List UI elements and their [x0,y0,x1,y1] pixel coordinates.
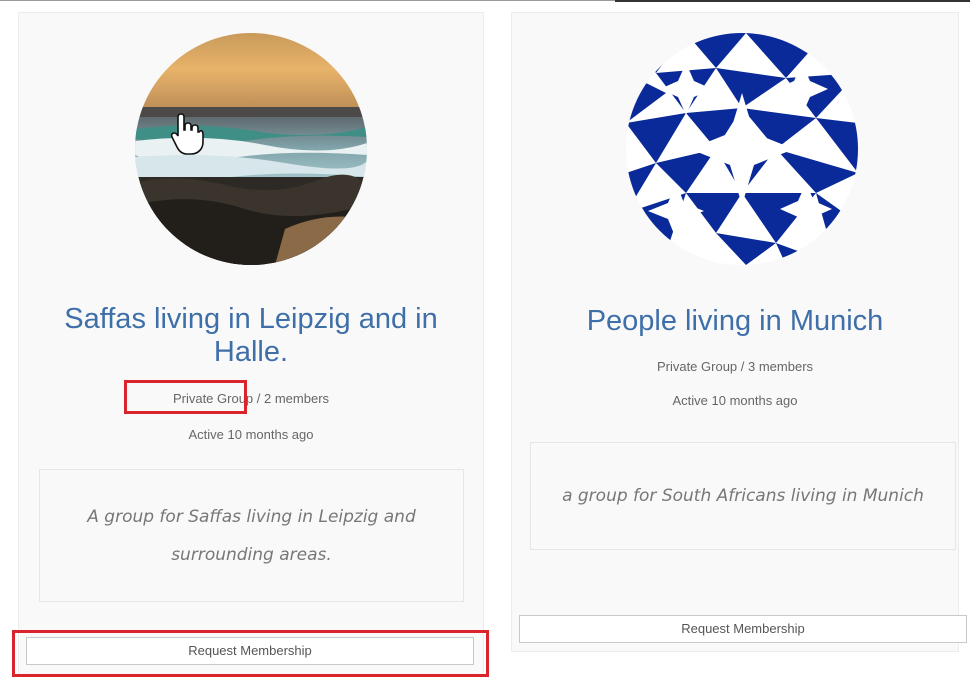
top-divider-light [0,0,615,1]
request-membership-button[interactable]: Request Membership [519,615,967,643]
group-title[interactable]: People living in Munich [512,305,958,338]
top-divider [0,0,970,3]
hand-cursor-icon [170,113,204,155]
group-members: 2 members [264,391,330,406]
group-activity: Active 10 months ago [672,393,798,408]
group-card-munich: People living in Munich Private Group / … [511,12,959,652]
group-card-leipzig: Saffas living in Leipzig and in Halle. P… [18,12,484,677]
group-activity: Active 10 months ago [188,427,314,442]
group-privacy: Private Group [172,391,254,406]
group-description-text: A group for Saffas living in Leipzig and… [87,506,416,565]
group-members: 3 members [748,359,814,374]
group-title[interactable]: Saffas living in Leipzig and in Halle. [19,303,483,369]
request-membership-button[interactable]: Request Membership [26,637,474,665]
top-divider-dark [615,0,970,2]
group-description-text: a group for South Africans living in Mun… [562,486,924,506]
group-description: A group for Saffas living in Leipzig and… [39,469,464,602]
meta-separator: / [253,391,264,406]
group-meta: Private Group / 3 members [512,359,958,375]
group-avatar-munich[interactable] [626,33,858,265]
blue-star-pattern [626,33,858,265]
group-meta: Private Group / 2 members [19,391,483,407]
group-description: a group for South Africans living in Mun… [530,442,956,550]
meta-separator: / [737,359,748,374]
group-privacy: Private Group [656,359,738,374]
